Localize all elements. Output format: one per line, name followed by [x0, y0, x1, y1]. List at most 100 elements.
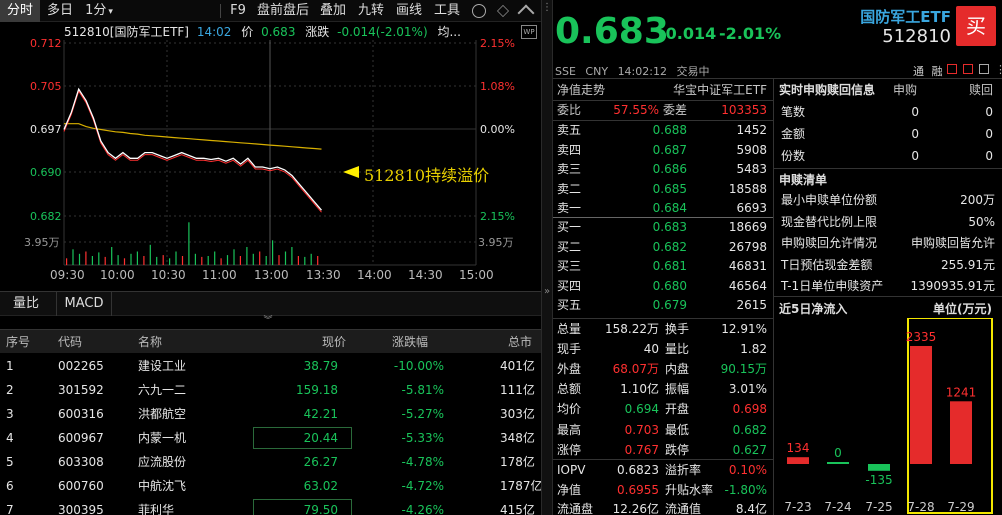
col-price[interactable]: 现价	[322, 330, 346, 354]
volume-bar	[143, 256, 145, 265]
col-name[interactable]: 名称	[138, 330, 162, 354]
row-code: 603308	[58, 455, 104, 469]
chart-grid	[63, 40, 477, 266]
edit-icon[interactable]	[963, 64, 973, 74]
book-level: 买四	[557, 278, 582, 293]
row-change: -4.78%	[401, 455, 444, 469]
volume-bar	[98, 252, 100, 265]
book-price: 0.682	[652, 239, 687, 254]
stat-label: 总量	[557, 322, 582, 336]
stat-label: 振幅	[665, 382, 690, 397]
stat-value: 0.6823	[617, 463, 659, 477]
row-price: 38.79	[303, 359, 338, 373]
volume-bar	[226, 255, 229, 265]
flow-bars: 134 7-23 0 7-24 -135 7-25 2335 7-28 1241 7-29	[784, 330, 976, 514]
collapse-arrows-icon[interactable]: »	[542, 286, 552, 297]
book-volume: 46564	[728, 278, 767, 293]
col-code[interactable]: 代码	[58, 330, 82, 354]
col-index[interactable]: 序号	[6, 330, 30, 354]
volume-bar	[117, 255, 119, 265]
table-row[interactable]: 5 603308 应流股份 26.27 -4.78% 178亿	[0, 450, 541, 474]
row-code: 600967	[58, 431, 104, 445]
col-change-pct[interactable]: 涨跌幅	[392, 330, 428, 354]
sg-title: 实时申购赎回信息	[779, 83, 876, 97]
row-index: 1	[6, 359, 14, 373]
volume-bar	[78, 253, 81, 266]
volume-bar	[201, 256, 203, 265]
flow-bar	[868, 464, 890, 471]
stat-label: 流通值	[665, 502, 702, 515]
quote-pct: -2.01%	[719, 24, 782, 43]
stat-value: 0.6955	[617, 482, 659, 497]
window-icon[interactable]	[979, 64, 989, 74]
book-volume: 46831	[728, 259, 767, 274]
more-icon[interactable]: ⋮	[542, 2, 552, 13]
netval-label[interactable]: 净值走势	[557, 80, 605, 100]
quote-change: -0.014	[659, 24, 717, 43]
more-icon[interactable]: ⋮	[995, 63, 1002, 76]
stat-label: 总额	[557, 382, 582, 397]
qd-label: 最小申赎单位份额	[781, 193, 878, 207]
book-volume: 6693	[736, 201, 767, 216]
sg-buy: 0	[911, 127, 919, 141]
qd-value: 申购赎回皆允许	[910, 236, 995, 250]
stat-label: 跌停	[665, 442, 690, 457]
volume-bar	[130, 253, 132, 266]
table-row[interactable]: 1 002265 建设工业 38.79 -10.00% 401亿	[0, 354, 541, 378]
book-price: 0.687	[652, 142, 687, 157]
volume-bar	[233, 249, 235, 265]
row-code: 300395	[58, 503, 104, 515]
row-price: 63.02	[303, 479, 338, 493]
volume-bar	[252, 253, 254, 266]
trade-status: 交易中	[676, 65, 710, 78]
buy-button[interactable]: 买	[956, 6, 996, 46]
book-level: 卖四	[557, 142, 582, 157]
collapse-icon[interactable]: ︾	[262, 316, 274, 326]
stat-value: 158.22万	[605, 322, 659, 336]
row-index: 2	[6, 383, 14, 397]
col-market-cap[interactable]: 总市	[508, 330, 532, 354]
book-price: 0.680	[652, 278, 687, 293]
tab-volume-ratio[interactable]: 量比	[4, 292, 48, 316]
table-row[interactable]: 4 600967 内蒙一机 20.44 -5.33% 348亿	[0, 426, 541, 450]
book-volume: 18588	[728, 181, 767, 196]
volume-bar	[246, 247, 248, 265]
row-name: 六九一二	[138, 383, 187, 397]
quote-code: 512810	[882, 26, 951, 47]
table-row[interactable]: 3 600316 洪都航空 42.21 -5.27% 303亿	[0, 402, 541, 426]
panel-divider[interactable]: ⋮ »	[541, 0, 553, 515]
net-inflow-chart: 134 7-23 0 7-24 -135 7-25 2335 7-28 1241 7-29	[784, 318, 993, 514]
qd-label: T日预估现金差额	[781, 257, 873, 272]
lock-icon[interactable]	[947, 64, 957, 74]
x-tick: 09:30	[50, 268, 85, 282]
divider	[773, 296, 1002, 297]
chart-panel: 分时 多日 1分 ▾ F9 盘前盘后 叠加 九转 画线 工具 512810[国防军…	[0, 0, 543, 515]
price-highlight	[253, 427, 352, 449]
row-code: 301592	[58, 383, 104, 397]
book-price: 0.685	[652, 181, 687, 196]
volume-bar	[317, 256, 319, 265]
quote-panel: 0.683 -0.014 -2.01% 国防军工ETF 512810 买 SSE…	[553, 0, 1002, 515]
annotation-text: 512810持续溢价	[364, 166, 489, 185]
table-row[interactable]: 7 300395 菲利华 79.50 -4.26% 415亿	[0, 498, 541, 515]
volume-bar	[291, 247, 293, 265]
book-volume: 5908	[736, 142, 767, 157]
stat-label: 换手	[665, 322, 690, 336]
flow-date-label: 7-24	[824, 500, 851, 514]
table-row[interactable]: 6 600760 中航沈飞 63.02 -4.72% 1787亿	[0, 474, 543, 498]
volume-bar	[220, 258, 222, 266]
flow-value-label: -135	[865, 473, 892, 487]
volume-bar	[181, 256, 184, 265]
book-price: 0.686	[652, 162, 687, 177]
volume-bar	[111, 247, 113, 265]
stat-label: 最高	[557, 422, 582, 437]
tab-macd[interactable]: MACD	[56, 292, 112, 316]
book-level: 买一	[557, 220, 582, 234]
table-row[interactable]: 2 301592 六九一二 159.18 -5.81% 111亿	[0, 378, 541, 402]
book-volume: 1452	[736, 123, 767, 137]
annotation-arrow-icon	[343, 166, 359, 178]
sg-redeem: 0	[985, 127, 993, 141]
weicha-label: 委差	[663, 103, 688, 117]
book-volume: 18669	[728, 220, 767, 234]
row-change: -4.26%	[401, 503, 444, 515]
